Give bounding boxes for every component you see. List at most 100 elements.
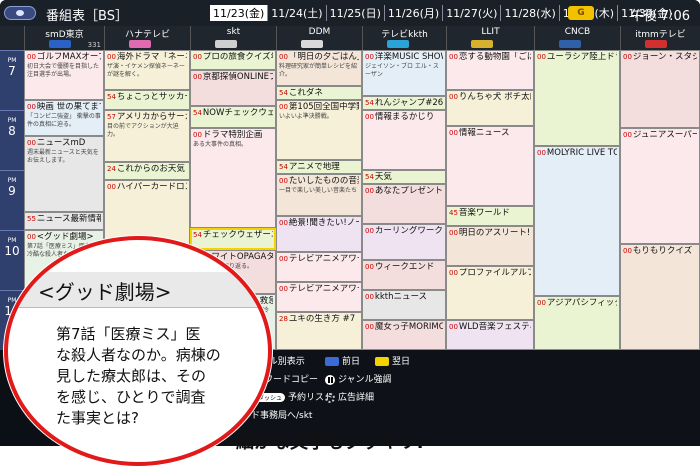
program-cell[interactable]: 54ちょこっとサッカー	[104, 90, 190, 110]
program-start-minute: 00	[537, 299, 546, 307]
program-start-minute: 00	[279, 177, 288, 185]
program-title: 00明日のアスリート!	[449, 228, 531, 238]
program-title-text: アメリカからサーカス集団ZOOOZ来日!	[116, 112, 187, 122]
program-cell[interactable]: 00ユーラシア陸上ドラマ中継2018 400mリレー予選	[534, 50, 620, 146]
hour-marker: PM 7	[0, 50, 24, 110]
program-cell[interactable]: 00テレビアニメアワー「いちえんさん」	[276, 282, 362, 312]
program-cell[interactable]: 54NOWチェックウェザーニュース	[190, 106, 276, 128]
program-cell[interactable]: 00ドラマ特別企画 ある大事件の真相。	[190, 128, 276, 228]
program-cell[interactable]: 57アメリカからサーカス集団ZOOOZ来日!目の前でアクションが大迫力。	[104, 110, 190, 162]
legend-next-day[interactable]: 翌日	[375, 354, 410, 367]
program-cell[interactable]: 00映画 世の果てまで行こう 第2話「コンピ二強盗」 衝撃の事件の真相に迫る。	[24, 100, 104, 136]
program-title-text: ユーラシア陸上ドラマ中継2018 400mリレー予選	[546, 52, 617, 62]
date-tab[interactable]: 11/25(日)	[325, 5, 384, 21]
program-title: 54れんジャンプ#26	[365, 98, 443, 108]
program-title: 00絶景!聞きたい!ノート！	[279, 218, 359, 228]
program-title: 28ユキの生き方 #7	[279, 314, 359, 324]
program-cell[interactable]: 00ウィークエンド	[362, 260, 446, 290]
program-cell[interactable]: 55ニュース最新情報	[24, 212, 104, 230]
channel-header-cell[interactable]: skt	[190, 26, 276, 50]
program-cell[interactable]: 00絶景!聞きたい!ノート！	[276, 216, 362, 252]
program-cell[interactable]: 45音楽ワールド	[446, 206, 534, 226]
program-cell[interactable]: 00もりもりクイズ	[620, 244, 700, 350]
program-cell[interactable]: 00アジアパシフィッククラシック	[534, 296, 620, 350]
program-cell[interactable]: 00ニュースmD 週末最新ニュースと天気をお伝えします。	[24, 136, 104, 212]
program-cell[interactable]: 00テレビアニメアワー「星空の上に」	[276, 252, 362, 282]
program-cell[interactable]: 00魔女っ子MORIMORI	[362, 320, 446, 350]
program-title-text: ゴルフMAXオープン	[36, 52, 101, 62]
program-start-minute: 24	[107, 165, 116, 173]
program-cell[interactable]: 00プロの旅食クイズ年代別	[190, 50, 276, 70]
program-start-minute: 00	[365, 263, 374, 271]
program-cell[interactable]: 54アニメで地理	[276, 160, 362, 174]
program-cell[interactable]: 00情報ニュース	[446, 126, 534, 206]
program-description: ザ演・イケメン探偵ネーネーが謎を解く。	[107, 63, 185, 78]
program-start-minute: 54	[107, 93, 116, 101]
program-title: 00ニュースmD	[27, 138, 101, 148]
program-cell[interactable]: 54れんジャンプ#26	[362, 96, 446, 110]
yellow-key-icon	[375, 357, 389, 366]
program-cell[interactable]: 00第105回全国中学野球選手権いよいよ準決勝戦。	[276, 100, 362, 160]
program-column: 00ユーラシア陸上ドラマ中継2018 400mリレー予選00MOLYRIC LI…	[534, 50, 620, 350]
program-title: 00洋楽MUSIC SHOW	[365, 52, 443, 62]
program-cell[interactable]: 00カーリングワークリング	[362, 224, 446, 260]
program-cell[interactable]: 00恋する動物園「ごはんは分けるの?」	[446, 50, 534, 90]
legend-prev-day[interactable]: 前日	[325, 354, 360, 367]
date-tab[interactable]: 11/24(土)	[267, 5, 325, 21]
hour-pm: PM	[7, 177, 17, 184]
program-cell[interactable]: 00ジョーン・スタジオ"きつねの冒険"特別版	[620, 50, 700, 128]
program-title-text: これダネ	[288, 88, 323, 98]
legend-reserve[interactable]: ダッシュ 予約リスト	[255, 390, 333, 403]
program-description: 初日大会で優勝を目指した注目選手が出場。	[27, 63, 100, 78]
program-cell[interactable]: 00りんちゃ犬 ポチ太郎	[446, 90, 534, 126]
program-cell[interactable]: 28ユキの生き方 #7	[276, 312, 362, 350]
legend-ad[interactable]: 広告詳細	[325, 390, 374, 403]
program-cell[interactable]: 00プロファイルアルファ	[446, 266, 534, 320]
program-cell[interactable]: 54これダネ	[276, 86, 362, 100]
channel-logo-icon	[387, 40, 409, 48]
program-cell[interactable]: 00たいしたものの音楽展示会一目で楽しい美しい音楽たち	[276, 174, 362, 216]
program-cell[interactable]: 00情報まるかじり	[362, 110, 446, 170]
program-cell[interactable]: 00京都探偵ONLINEブース #26 英雄の死	[190, 70, 276, 106]
program-title-text: kkthニュース	[374, 292, 428, 302]
channel-logo-icon	[559, 40, 581, 48]
channel-header-cell[interactable]: itmmテレビ	[620, 26, 700, 50]
program-title-text: 音楽ワールド	[458, 208, 510, 218]
channel-name: CNCB	[564, 27, 591, 37]
date-tab[interactable]: 11/26(月)	[383, 5, 442, 21]
channel-header-cell[interactable]: テレビkkth	[362, 26, 446, 50]
program-start-minute: 57	[107, 113, 116, 121]
program-title: 00ウィークエンド	[365, 262, 443, 272]
program-cell[interactable]: 54チェックウェザーニュースプラス	[190, 228, 276, 250]
program-cell[interactable]: 00WLD音楽フェスティバル	[446, 320, 534, 350]
program-title-text: 恋する動物園「ごはんは分けるの?」	[458, 52, 531, 62]
date-tab[interactable]: 11/28(水)	[500, 5, 558, 21]
channel-header-cell[interactable]: smD東京 331	[24, 26, 104, 50]
hour-pm: PM	[7, 57, 17, 64]
program-title-text: ちょこっとサッカー	[116, 92, 187, 102]
program-cell[interactable]: 00MOLYRIC LIVE TOUR "Story Street Sound"	[534, 146, 620, 296]
program-cell[interactable]: 00洋楽MUSIC SHOW ジェイソン・ブロ エル・スーザン	[362, 50, 446, 96]
channel-header-cell[interactable]: ハナテレビ	[104, 26, 190, 50]
program-cell[interactable]: 00ゴルフMAXオープン初日大会で優勝を目指した注目選手が出場。	[24, 50, 104, 100]
program-cell[interactable]: 00ジュニアスーパー衛星	[620, 128, 700, 244]
program-cell[interactable]: 24これからのお天気	[104, 162, 190, 180]
program-cell[interactable]: 00あなたプレゼントするまる	[362, 184, 446, 224]
program-cell[interactable]: 00kkthニュース	[362, 290, 446, 320]
program-title: 00恋する動物園「ごはんは分けるの?」	[449, 52, 531, 62]
program-cell[interactable]: 00「明日の夕ごはん」 料理研究家が簡単レシピを紹介。	[276, 50, 362, 86]
date-tab[interactable]: 11/27(火)	[442, 5, 500, 21]
program-title-text: ハイパーカードロス「チャンピオンシリーズ」	[116, 182, 187, 192]
program-cell[interactable]: 54天気	[362, 170, 446, 184]
channel-header-cell[interactable]: LLIT	[446, 26, 534, 50]
channel-header-cell[interactable]: CNCB	[534, 26, 620, 50]
legend-genre[interactable]: ジャンル強調	[325, 372, 392, 385]
channel-header-cell[interactable]: DDM	[276, 26, 362, 50]
program-title-text: あなたプレゼントするまる	[374, 186, 443, 196]
channel-logo-icon	[129, 40, 151, 48]
date-tab[interactable]: 11/23(金)	[210, 5, 268, 21]
program-cell[interactable]: 00明日のアスリート!	[446, 226, 534, 266]
program-start-minute: 54	[193, 109, 202, 117]
program-cell[interactable]: 00海外ドラマ「ネーネ・ネーネーネ」ザ演・イケメン探偵ネーネーが謎を解く。	[104, 50, 190, 90]
program-start-minute: 00	[193, 131, 202, 139]
